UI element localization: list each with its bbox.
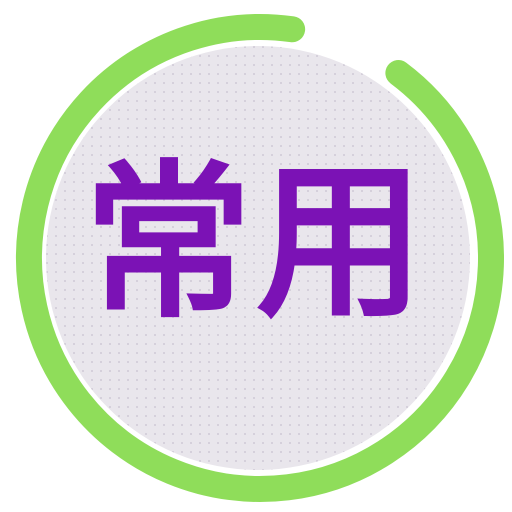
app-icon[interactable]: 常用 xyxy=(0,0,512,512)
icon-label: 常用 xyxy=(84,143,428,341)
